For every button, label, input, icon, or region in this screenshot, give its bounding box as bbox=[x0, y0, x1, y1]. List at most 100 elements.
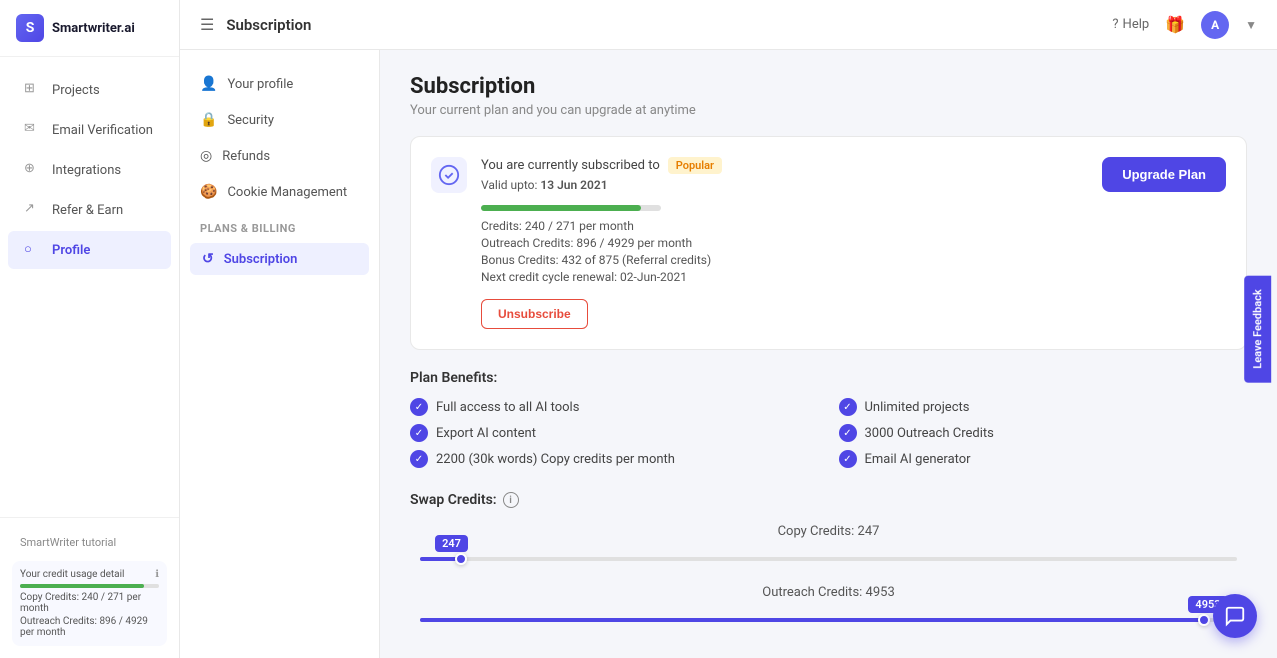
logo: S Smartwriter.ai bbox=[0, 0, 179, 57]
menu-icon[interactable]: ☰ bbox=[200, 15, 214, 34]
copy-slider-track bbox=[420, 557, 1237, 561]
menu-item-subscription[interactable]: ↺ Subscription bbox=[190, 243, 369, 275]
help-circle-icon: ? bbox=[1112, 17, 1118, 32]
sidebar-item-profile[interactable]: ○ Profile bbox=[8, 231, 171, 269]
credits-text: Credits: 240 / 271 per month bbox=[481, 219, 1226, 233]
upgrade-plan-button[interactable]: Upgrade Plan bbox=[1102, 157, 1226, 192]
plan-header: You are currently subscribed to Popular … bbox=[431, 157, 1226, 193]
feedback-button[interactable]: Leave Feedback bbox=[1244, 275, 1271, 382]
cycle-renewal-text: Next credit cycle renewal: 02-Jun-2021 bbox=[481, 270, 1226, 284]
check-icon: ✓ bbox=[410, 398, 428, 416]
benefit-item: ✓ 3000 Outreach Credits bbox=[839, 424, 1248, 442]
chat-bubble-button[interactable] bbox=[1213, 594, 1257, 638]
copy-credits-slider-section: Copy Credits: 247 247 bbox=[410, 524, 1247, 561]
copy-slider-thumb[interactable] bbox=[455, 553, 467, 565]
avatar[interactable]: A bbox=[1201, 11, 1229, 39]
benefit-label: 3000 Outreach Credits bbox=[865, 426, 994, 441]
lock-icon: 🔒 bbox=[200, 112, 217, 128]
copy-value-bubble: 247 bbox=[435, 535, 468, 552]
sidebar-item-label: Refer & Earn bbox=[52, 203, 123, 218]
sidebar-nav: ⊞ Projects ✉ Email Verification ⊕ Integr… bbox=[0, 57, 179, 517]
benefit-label: 2200 (30k words) Copy credits per month bbox=[436, 452, 675, 467]
help-button[interactable]: ? Help bbox=[1112, 17, 1149, 32]
refer-icon: ↗ bbox=[24, 201, 42, 219]
menu-item-your-profile[interactable]: 👤 Your profile bbox=[180, 66, 379, 102]
menu-item-label: Your profile bbox=[227, 77, 293, 92]
plan-info: You are currently subscribed to Popular … bbox=[431, 157, 722, 193]
benefit-item: ✓ 2200 (30k words) Copy credits per mont… bbox=[410, 450, 819, 468]
outreach-slider-thumb[interactable] bbox=[1198, 614, 1210, 626]
sidebar-item-label: Projects bbox=[52, 83, 100, 98]
check-icon: ✓ bbox=[839, 424, 857, 442]
email-icon: ✉ bbox=[24, 121, 42, 139]
cookie-icon: 🍪 bbox=[200, 184, 217, 200]
sidebar: S Smartwriter.ai ⊞ Projects ✉ Email Veri… bbox=[0, 0, 180, 658]
benefits-title: Plan Benefits: bbox=[410, 370, 1247, 386]
sidebar-item-refer-earn[interactable]: ↗ Refer & Earn bbox=[8, 191, 171, 229]
outreach-slider-fill bbox=[420, 618, 1204, 622]
subscription-icon: ↺ bbox=[202, 251, 214, 267]
credit-bar bbox=[20, 584, 159, 588]
sidebar-item-email-verification[interactable]: ✉ Email Verification bbox=[8, 111, 171, 149]
benefit-label: Export AI content bbox=[436, 426, 536, 441]
outreach-credits-label: Outreach Credits: 4953 bbox=[410, 585, 1247, 600]
sidebar-item-label: Integrations bbox=[52, 163, 121, 178]
logo-icon: S bbox=[16, 14, 44, 42]
unsubscribe-button[interactable]: Unsubscribe bbox=[481, 299, 588, 329]
outreach-slider-wrapper: 4953 bbox=[410, 618, 1247, 622]
menu-item-label: Cookie Management bbox=[227, 185, 347, 200]
page-title: Subscription bbox=[226, 16, 311, 34]
main: ☰ Subscription ? Help 🎁 A ▼ 👤 Your profi… bbox=[180, 0, 1277, 658]
integration-icon: ⊕ bbox=[24, 161, 42, 179]
sidebar-item-integrations[interactable]: ⊕ Integrations bbox=[8, 151, 171, 189]
benefit-item: ✓ Email AI generator bbox=[839, 450, 1248, 468]
benefit-item: ✓ Full access to all AI tools bbox=[410, 398, 819, 416]
swap-header: Swap Credits: i bbox=[410, 492, 1247, 508]
benefit-label: Email AI generator bbox=[865, 452, 971, 467]
benefit-label: Full access to all AI tools bbox=[436, 400, 579, 415]
copy-credits-text: Copy Credits: 240 / 271 per month bbox=[20, 592, 159, 614]
menu-item-security[interactable]: 🔒 Security bbox=[180, 102, 379, 138]
check-icon: ✓ bbox=[410, 450, 428, 468]
left-panel: 👤 Your profile 🔒 Security ◎ Refunds 🍪 Co… bbox=[180, 50, 380, 658]
outreach-credits-text: Outreach Credits: 896 / 4929 per month bbox=[20, 616, 159, 638]
subscription-title: Subscription bbox=[410, 74, 1247, 99]
gift-icon[interactable]: 🎁 bbox=[1165, 15, 1185, 34]
menu-item-cookie-management[interactable]: 🍪 Cookie Management bbox=[180, 174, 379, 210]
progress-bar-fill bbox=[481, 205, 641, 211]
benefit-item: ✓ Export AI content bbox=[410, 424, 819, 442]
profile-icon: ○ bbox=[24, 241, 42, 259]
menu-item-label: Subscription bbox=[224, 252, 298, 267]
info-icon[interactable]: ℹ bbox=[155, 569, 159, 580]
refund-icon: ◎ bbox=[200, 148, 212, 164]
plan-card: You are currently subscribed to Popular … bbox=[410, 136, 1247, 350]
credit-bar-fill bbox=[20, 584, 144, 588]
swap-info-icon[interactable]: i bbox=[503, 492, 519, 508]
subscribed-text: You are currently subscribed to bbox=[481, 158, 660, 173]
check-icon: ✓ bbox=[839, 450, 857, 468]
benefit-item: ✓ Unlimited projects bbox=[839, 398, 1248, 416]
content-area: 👤 Your profile 🔒 Security ◎ Refunds 🍪 Co… bbox=[180, 50, 1277, 658]
progress-bar bbox=[481, 205, 661, 211]
tutorial-button[interactable]: SmartWriter tutorial bbox=[12, 530, 167, 555]
plan-details: You are currently subscribed to Popular … bbox=[481, 157, 722, 192]
benefit-label: Unlimited projects bbox=[865, 400, 970, 415]
grid-icon: ⊞ bbox=[24, 81, 42, 99]
menu-item-refunds[interactable]: ◎ Refunds bbox=[180, 138, 379, 174]
right-panel: Subscription Your current plan and you c… bbox=[380, 50, 1277, 658]
credit-usage-card: Your credit usage detail ℹ Copy Credits:… bbox=[12, 561, 167, 646]
chevron-down-icon[interactable]: ▼ bbox=[1245, 18, 1257, 32]
popular-badge: Popular bbox=[668, 157, 722, 174]
logo-text: Smartwriter.ai bbox=[52, 21, 135, 36]
benefits-section: Plan Benefits: ✓ Full access to all AI t… bbox=[410, 370, 1247, 468]
billing-section-label: Plans & Billing bbox=[180, 210, 379, 241]
sidebar-item-label: Email Verification bbox=[52, 123, 153, 138]
help-label: Help bbox=[1123, 17, 1150, 32]
credit-usage-label: Your credit usage detail bbox=[20, 569, 124, 580]
check-icon: ✓ bbox=[839, 398, 857, 416]
valid-upto: Valid upto: 13 Jun 2021 bbox=[481, 178, 722, 192]
sidebar-item-projects[interactable]: ⊞ Projects bbox=[8, 71, 171, 109]
swap-title: Swap Credits: bbox=[410, 492, 497, 508]
user-icon: 👤 bbox=[200, 76, 217, 92]
outreach-slider-track bbox=[420, 618, 1237, 622]
